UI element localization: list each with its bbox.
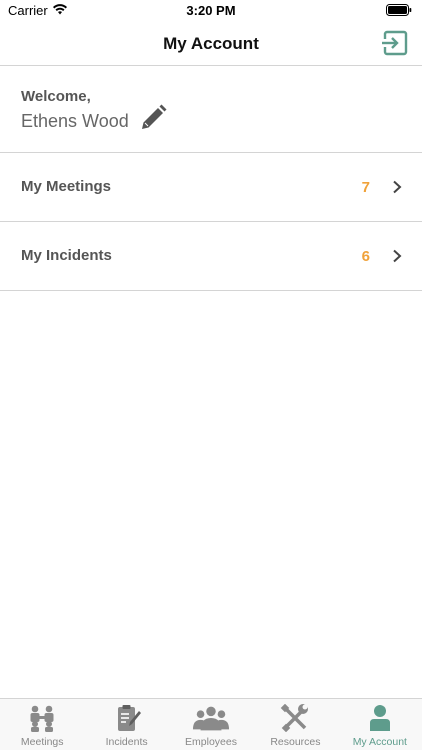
clock: 3:20 PM bbox=[186, 3, 236, 18]
tab-my-account-label: My Account bbox=[352, 736, 407, 748]
tab-meetings[interactable]: Meetings bbox=[0, 699, 84, 750]
navigation-bar: My Account bbox=[0, 22, 422, 66]
battery-icon bbox=[386, 4, 412, 16]
tab-resources[interactable]: Resources bbox=[253, 699, 337, 750]
tab-bar: Meetings Incidents Employees Resources M… bbox=[0, 698, 422, 750]
my-incidents-row[interactable]: My Incidents 6 bbox=[0, 222, 422, 291]
page-title: My Account bbox=[163, 34, 259, 53]
tab-incidents[interactable]: Incidents bbox=[84, 699, 168, 750]
my-incidents-label: My Incidents bbox=[21, 247, 112, 264]
user-icon bbox=[369, 705, 390, 731]
tab-my-account[interactable]: My Account bbox=[338, 699, 422, 750]
people-icon bbox=[192, 706, 230, 731]
meetings-icon bbox=[30, 705, 54, 732]
tab-resources-label: Resources bbox=[270, 736, 321, 748]
tab-employees-label: Employees bbox=[185, 736, 237, 748]
chevron-right-icon bbox=[393, 249, 402, 263]
my-meetings-row[interactable]: My Meetings 7 bbox=[0, 153, 422, 222]
clipboard-icon bbox=[117, 705, 141, 731]
chevron-right-icon bbox=[393, 180, 402, 194]
tab-employees[interactable]: Employees bbox=[169, 699, 253, 750]
tab-incidents-label: Incidents bbox=[105, 736, 148, 748]
incidents-count: 6 bbox=[361, 248, 370, 265]
meetings-count: 7 bbox=[361, 179, 370, 196]
tools-icon bbox=[281, 704, 309, 732]
tab-meetings-label: Meetings bbox=[20, 736, 64, 748]
logout-button[interactable] bbox=[380, 28, 410, 58]
user-name: Ethens Wood bbox=[21, 111, 129, 131]
welcome-section: Welcome, Ethens Wood bbox=[0, 66, 422, 153]
pencil-icon bbox=[142, 104, 167, 129]
status-bar: Carrier 3:20 PM bbox=[0, 0, 422, 22]
welcome-label: Welcome, bbox=[21, 88, 91, 105]
edit-profile-button[interactable] bbox=[138, 103, 168, 133]
logout-icon bbox=[382, 30, 408, 56]
my-meetings-label: My Meetings bbox=[21, 178, 112, 195]
